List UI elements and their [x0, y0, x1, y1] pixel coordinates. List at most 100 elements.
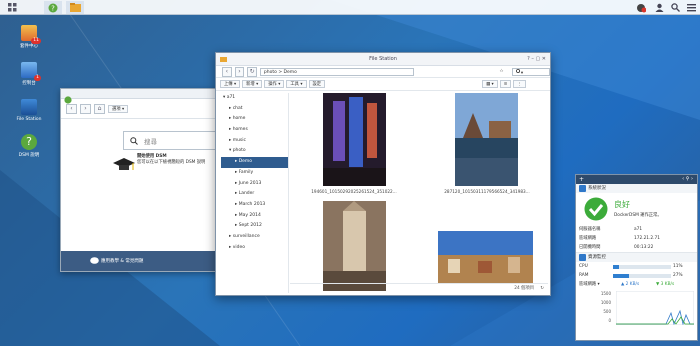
sort-button[interactable]: ≡	[499, 80, 512, 88]
back-button[interactable]: ‹	[66, 103, 77, 114]
path-field[interactable]: photo > Demo	[259, 67, 414, 76]
checkmark-icon	[584, 197, 608, 221]
action-button[interactable]: 操作 ▾	[264, 80, 285, 88]
file-name: 194601_10150292025261524_351022...	[311, 189, 397, 194]
photo-thumbnail[interactable]	[323, 201, 386, 291]
info-row: 區域網路 172.21.2.71	[576, 234, 697, 243]
info-row: 伺服器名稱 a71	[576, 225, 697, 234]
svg-text:?: ?	[51, 4, 55, 12]
help-icon[interactable]: ?	[44, 1, 62, 14]
tree-item[interactable]: ▸ June 2013	[221, 179, 288, 190]
item-count: 24 個項目	[514, 286, 534, 291]
tree-item[interactable]: ▸ Sept 2012	[221, 221, 288, 232]
refresh-button[interactable]: ↻	[247, 66, 257, 77]
main-menu-icon[interactable]	[3, 1, 21, 14]
home-button[interactable]: ⌂	[94, 103, 105, 114]
package-center-icon: 11	[21, 25, 41, 44]
tree-item[interactable]: ▸ music	[221, 136, 288, 147]
footer-text: 應用教學 & 常見問題	[101, 259, 144, 264]
tree-item[interactable]: ▸ May 2014	[221, 211, 288, 222]
search-dropdown-caret: ▾	[520, 70, 524, 76]
view-mode-button[interactable]: ▦ ▾	[482, 80, 498, 88]
desktop-icon-file-station[interactable]: File Station	[9, 99, 49, 122]
info-icon	[579, 185, 586, 192]
photo-thumbnail[interactable]	[323, 93, 386, 186]
y-tick: 1500	[600, 291, 611, 296]
fs-search-input[interactable]: ▾	[511, 67, 550, 76]
ram-bar-fill	[613, 274, 629, 278]
back-button[interactable]: ‹	[222, 66, 232, 77]
options-icon[interactable]	[682, 1, 700, 14]
desktop-icon-control-panel[interactable]: 1 控制台	[9, 62, 49, 86]
status-bar: 24 個項目 ↻	[290, 283, 548, 293]
upload-button[interactable]: 上傳 ▾	[220, 80, 241, 88]
y-tick: 0	[608, 318, 611, 323]
chat-bubble-icon	[90, 257, 99, 264]
options-dropdown[interactable]: 選項 ▾	[108, 104, 129, 113]
info-value: 172.21.2.71	[634, 236, 660, 241]
tree-item[interactable]: ▸ Lander	[221, 189, 288, 200]
notification-badge: 11	[31, 38, 41, 44]
control-panel-icon: 1	[21, 62, 41, 81]
resource-monitor-icon	[579, 254, 586, 261]
create-button[interactable]: 新增 ▾	[242, 80, 263, 88]
tree-item[interactable]: ▾ a71	[221, 93, 288, 104]
widget-toolbar: + ‹ ⚲ ›	[576, 175, 697, 184]
cpu-label: CPU	[579, 264, 588, 269]
help-search-input[interactable]: 搜尋	[123, 131, 223, 150]
resource-title: 資源監控	[588, 255, 606, 260]
tree-item[interactable]: ▸ video	[221, 243, 288, 254]
help-nav-bar: ‹ › ⌂ 選項 ▾	[61, 99, 220, 119]
photo-thumbnail[interactable]	[455, 93, 518, 186]
desktop-icon-label: DSM 說明	[18, 153, 40, 158]
cpu-percent: 11%	[673, 264, 683, 269]
window-controls[interactable]: ? – ▢ ✕	[527, 53, 546, 66]
tree-item[interactable]: ▸ surveillance	[221, 232, 288, 243]
download-rate: ▼ 3 KB/s	[656, 282, 675, 287]
file-station-icon	[21, 99, 37, 115]
tree-item[interactable]: ▸ March 2013	[221, 200, 288, 211]
search-icon	[130, 137, 138, 145]
help-footer[interactable]: 應用教學 & 常見問題	[61, 251, 220, 271]
forward-button[interactable]: ›	[80, 103, 91, 114]
tree-item[interactable]: ▸ chat	[221, 104, 288, 115]
tools-button[interactable]: 工具 ▾	[286, 80, 307, 88]
folder-icon	[220, 57, 227, 62]
graph-plot	[616, 291, 694, 325]
tree-item[interactable]: ▸ Family	[221, 168, 288, 179]
taskbar: ?	[0, 0, 700, 15]
health-status-text: 良好	[614, 200, 630, 209]
path-star-icon[interactable]: ☆	[497, 68, 509, 76]
window-titlebar[interactable]: File Station ? – ▢ ✕	[216, 53, 550, 66]
tree-item[interactable]: ▸ home	[221, 114, 288, 125]
desktop-icon-dsm-help[interactable]: ? DSM 說明	[9, 134, 49, 158]
settings-button[interactable]: 設定	[308, 80, 326, 88]
file-grid: 194601_10150292025261524_351022... 28712…	[290, 93, 548, 291]
ram-bar	[613, 274, 671, 278]
lan-label[interactable]: 區域網路 ▾	[579, 282, 600, 287]
tree-item[interactable]: ▾ photo	[221, 146, 288, 157]
widget-controls[interactable]: ‹ ⚲ ›	[682, 175, 693, 184]
tree-item[interactable]: ▸ homes	[221, 125, 288, 136]
cpu-row: CPU 11%	[576, 262, 697, 271]
refresh-icon[interactable]: ↻	[540, 284, 544, 294]
photo-thumbnail[interactable]	[438, 231, 533, 283]
notification-badge: 1	[34, 75, 41, 81]
file-station-icon[interactable]	[66, 1, 84, 14]
resource-section: 資源監控 CPU 11% RAM 27% 區域網路 ▾ ▲ 2 KB/s ▼ 3…	[576, 253, 697, 325]
tree-item[interactable]: ▸ Demo	[221, 157, 288, 168]
graph-y-axis: 1500 1000 500 0	[596, 289, 611, 325]
desktop-icon-package-center[interactable]: 11 套件中心	[9, 25, 49, 49]
window-titlebar[interactable]	[61, 89, 220, 104]
details-button[interactable]: ⋮	[513, 80, 526, 88]
forward-button[interactable]: ›	[234, 66, 245, 77]
search-placeholder: 搜尋	[144, 137, 157, 146]
system-widget: + ‹ ⚲ › 系統狀況 良好 DockerDSM 運作正常。 伺服器名稱 a71…	[575, 174, 698, 341]
add-widget-icon[interactable]: +	[579, 176, 584, 183]
network-graph: 1500 1000 500 0	[576, 289, 697, 325]
info-row: 已開機時間 00:13:22	[576, 243, 697, 252]
y-tick: 1000	[600, 300, 611, 305]
ram-percent: 27%	[673, 273, 683, 278]
desktop-icon-label: 控制台	[22, 81, 36, 86]
notification-icon[interactable]	[632, 1, 650, 14]
